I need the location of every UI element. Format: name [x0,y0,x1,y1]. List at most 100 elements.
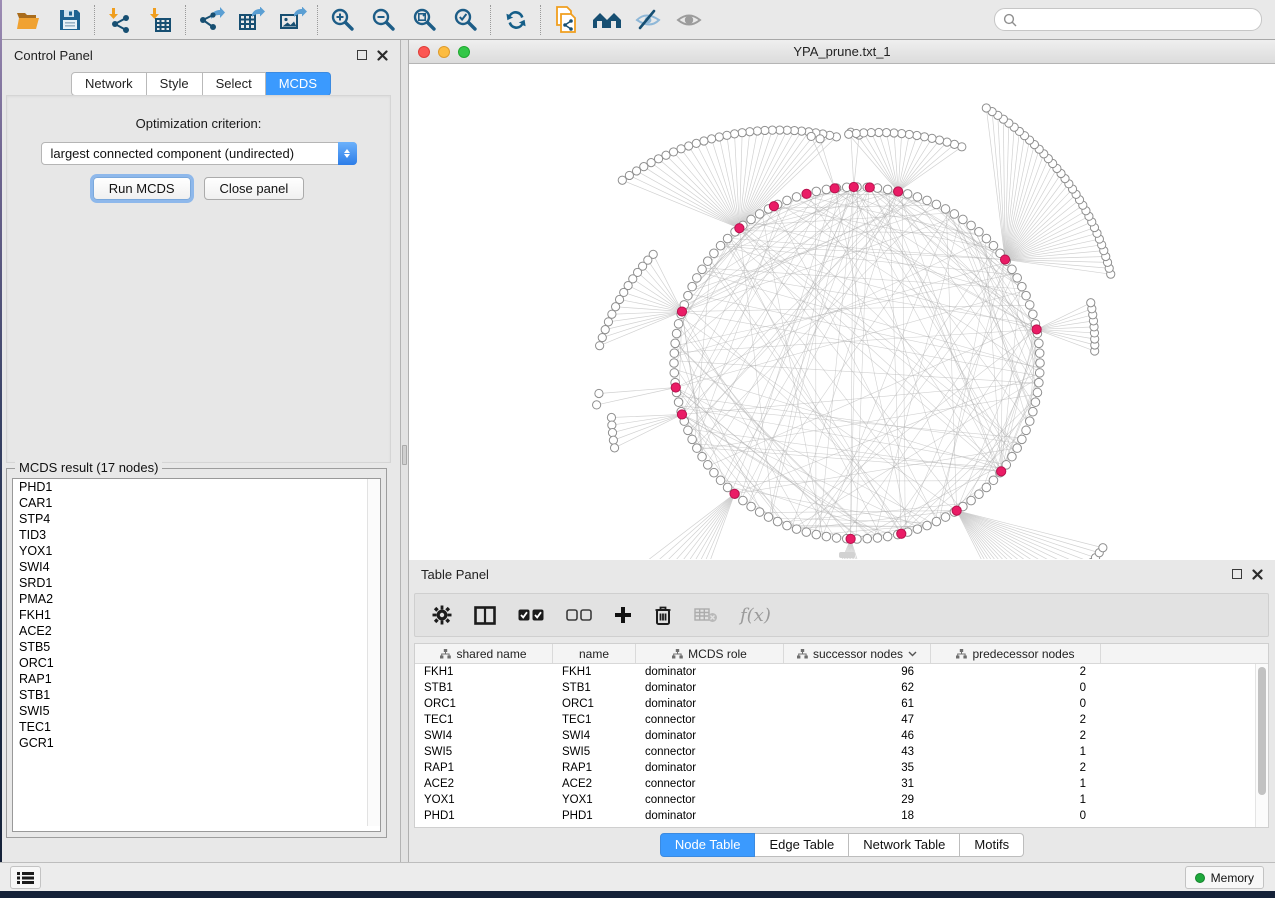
tab-network-table[interactable]: Network Table [849,833,960,857]
column-header-successor-nodes[interactable]: successor nodes [784,644,931,663]
graph-node[interactable] [595,389,603,397]
float-panel-icon[interactable] [357,50,367,60]
graph-node[interactable] [852,129,860,137]
graph-node[interactable] [601,326,609,334]
graph-node-dominator[interactable] [1000,255,1009,264]
graph-node[interactable] [755,508,764,517]
mcds-result-item[interactable]: FKH1 [13,607,380,623]
graph-node[interactable] [662,151,670,159]
graph-node[interactable] [875,128,883,136]
graph-node[interactable] [723,483,732,492]
graph-node-dominator[interactable] [997,467,1006,476]
graph-node[interactable] [913,525,922,534]
graph-node[interactable] [923,521,932,530]
graph-node[interactable] [959,215,968,224]
graph-node[interactable] [684,426,693,435]
column-header-mcds-role[interactable]: MCDS role [636,644,784,663]
graph-node[interactable] [932,517,941,526]
memory-button[interactable]: Memory [1185,866,1264,889]
graph-node[interactable] [739,496,748,505]
graph-node[interactable] [882,129,890,137]
graph-node[interactable] [640,163,648,171]
table-row[interactable]: PHD1 PHD1 dominator 18 0 [415,808,1268,824]
panel-splitter[interactable] [401,40,409,862]
graph-node[interactable] [932,200,941,209]
mcds-result-item[interactable]: CAR1 [13,495,380,511]
graph-node[interactable] [941,205,950,214]
graph-node[interactable] [867,128,875,136]
graph-node-dominator[interactable] [671,383,680,392]
graph-node[interactable] [923,196,932,205]
graph-node[interactable] [975,227,984,236]
graph-node[interactable] [832,534,841,543]
mcds-result-item[interactable]: PHD1 [13,479,380,495]
graph-node[interactable] [890,129,898,137]
graph-node[interactable] [761,126,769,134]
zoom-out-icon[interactable] [363,3,404,37]
criterion-select[interactable]: largest connected component (undirected) [41,142,357,165]
tab-node-table[interactable]: Node Table [660,833,756,857]
graph-node[interactable] [670,369,679,378]
graph-node[interactable] [822,532,831,541]
graph-node[interactable] [898,129,906,137]
graph-node[interactable] [863,534,872,543]
graph-node[interactable] [608,421,616,429]
mcds-result-item[interactable]: SWI4 [13,559,380,575]
export-table-icon[interactable] [231,3,272,37]
float-table-panel-icon[interactable] [1232,569,1242,579]
graph-node[interactable] [1035,369,1044,378]
close-panel-button[interactable]: Close panel [204,177,305,200]
table-row[interactable]: STB1 STB1 dominator 62 0 [415,680,1268,696]
graph-node[interactable] [1008,452,1017,461]
graph-node[interactable] [607,413,615,421]
graph-node[interactable] [1099,544,1107,552]
graph-node-dominator[interactable] [730,489,739,498]
graph-node-dominator[interactable] [830,184,839,193]
graph-node[interactable] [903,190,912,199]
graph-node[interactable] [822,185,831,194]
column-header-name[interactable]: name [553,644,636,663]
zoom-in-icon[interactable] [322,3,363,37]
graph-node[interactable] [703,461,712,470]
graph-node[interactable] [950,140,958,148]
table-row[interactable]: SWI5 SWI5 connector 43 1 [415,744,1268,760]
table-row[interactable]: SWI4 SWI4 dominator 46 2 [415,728,1268,744]
graph-node[interactable] [611,303,619,311]
graph-node[interactable] [905,130,913,138]
graph-node[interactable] [1022,426,1031,435]
graph-node[interactable] [1018,282,1027,291]
graph-node[interactable] [755,210,764,219]
refresh-layout-icon[interactable] [495,3,536,37]
graph-node[interactable] [982,234,991,243]
graph-node[interactable] [975,490,984,499]
graph-node[interactable] [608,429,616,437]
graph-node[interactable] [1035,378,1044,387]
graph-node[interactable] [716,241,725,250]
mcds-result-item[interactable]: RAP1 [13,671,380,687]
graph-node[interactable] [1087,299,1095,307]
graph-node[interactable] [816,135,824,143]
mcds-result-item[interactable]: SRD1 [13,575,380,591]
graph-node[interactable] [669,148,677,156]
select-all-icon[interactable] [518,609,544,621]
mcds-result-item[interactable]: PMA2 [13,591,380,607]
tab-style[interactable]: Style [147,72,203,96]
graph-node-dominator[interactable] [865,183,874,192]
graph-node[interactable] [883,185,892,194]
mcds-result-item[interactable]: YOX1 [13,543,380,559]
graph-node[interactable] [883,532,892,541]
column-header-shared-name[interactable]: shared name [415,644,553,663]
graph-node[interactable] [596,342,604,350]
graph-node[interactable] [693,444,702,453]
graph-node[interactable] [1033,388,1042,397]
graph-node[interactable] [935,136,943,144]
graph-node[interactable] [928,134,936,142]
clone-network-icon[interactable] [545,3,586,37]
graph-node[interactable] [913,131,921,139]
graph-node[interactable] [989,241,998,250]
mcds-result-item[interactable]: STP4 [13,511,380,527]
network-titlebar[interactable]: YPA_prune.txt_1 [409,40,1275,64]
graph-node[interactable] [747,502,756,511]
zoom-fit-icon[interactable] [404,3,445,37]
graph-node[interactable] [812,530,821,539]
